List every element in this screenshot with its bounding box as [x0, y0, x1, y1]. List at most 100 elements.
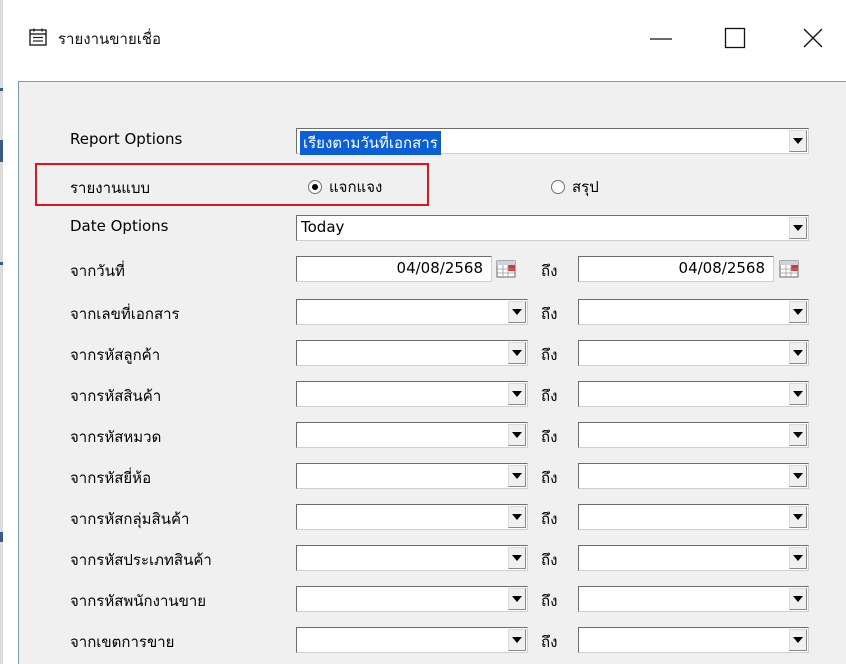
dropdown-button[interactable]: [508, 629, 526, 651]
chevron-down-icon: [512, 473, 522, 479]
dropdown-button[interactable]: [789, 629, 807, 651]
report-options-value: เรียงตามวันที่เอกสาร: [300, 131, 441, 155]
date-options-dropdown-button[interactable]: [789, 217, 807, 239]
dropdown-button[interactable]: [508, 301, 526, 323]
dropdown-button[interactable]: [508, 547, 526, 569]
dropdown-button[interactable]: [508, 342, 526, 364]
range-from-select[interactable]: [296, 422, 528, 448]
date-to-label: ถึง: [541, 262, 558, 280]
dropdown-button[interactable]: [789, 301, 807, 323]
chevron-down-icon: [793, 432, 803, 438]
range-to-label: ถึง: [541, 428, 558, 446]
chevron-down-icon: [793, 350, 803, 356]
report-options-dropdown-button[interactable]: [789, 130, 807, 152]
range-row-label: จากรหัสยี่ห้อ: [70, 469, 152, 487]
range-to-label: ถึง: [541, 592, 558, 610]
range-from-select[interactable]: [296, 586, 528, 612]
report-type-label: รายงานแบบ: [70, 179, 150, 197]
chevron-down-icon: [512, 596, 522, 602]
range-from-select[interactable]: [296, 463, 528, 489]
dropdown-button[interactable]: [508, 506, 526, 528]
date-from-label: จากวันที่: [70, 262, 125, 280]
chevron-down-icon: [793, 391, 803, 397]
maximize-icon: [724, 27, 746, 49]
edge-mark: [0, 140, 3, 162]
dropdown-button[interactable]: [508, 465, 526, 487]
close-button[interactable]: [783, 14, 843, 62]
range-from-select[interactable]: [296, 381, 528, 407]
range-row-label: จากรหัสพนักงานขาย: [70, 592, 207, 610]
range-from-select[interactable]: [296, 299, 528, 325]
chevron-down-icon: [512, 432, 522, 438]
close-icon: [803, 28, 823, 48]
edge-mark: [0, 532, 3, 542]
calendar-icon[interactable]: [779, 259, 799, 279]
range-row-label: จากรหัสลูกค้า: [70, 346, 161, 364]
range-to-select[interactable]: [578, 422, 809, 448]
range-to-select[interactable]: [578, 340, 809, 366]
calendar-icon[interactable]: [496, 259, 516, 279]
dropdown-button[interactable]: [789, 342, 807, 364]
radio-button[interactable]: [308, 180, 322, 194]
chevron-down-icon: [512, 555, 522, 561]
range-to-label: ถึง: [541, 510, 558, 528]
chevron-down-icon: [793, 637, 803, 643]
range-to-select[interactable]: [578, 627, 809, 653]
range-to-label: ถึง: [541, 469, 558, 487]
range-row-label: จากรหัสประเภทสินค้า: [70, 551, 212, 569]
range-row-label: จากรหัสสินค้า: [70, 387, 162, 405]
date-to-value: 04/08/2568: [678, 259, 765, 277]
dropdown-button[interactable]: [789, 424, 807, 446]
dropdown-button[interactable]: [508, 383, 526, 405]
date-options-select[interactable]: Today: [296, 215, 809, 241]
dropdown-button[interactable]: [508, 588, 526, 610]
report-options-label: Report Options: [70, 130, 183, 148]
radio-summary[interactable]: สรุป: [551, 175, 599, 199]
chevron-down-icon: [793, 225, 803, 231]
title-bar: รายงานขายเชื่อ: [3, 0, 846, 80]
range-to-label: ถึง: [541, 305, 558, 323]
minimize-button[interactable]: [631, 14, 691, 62]
range-to-select[interactable]: [578, 381, 809, 407]
chevron-down-icon: [512, 637, 522, 643]
radio-detail[interactable]: แจกแจง: [308, 175, 382, 199]
report-form: Report Options เรียงตามวันที่เอกสาร รายง…: [18, 81, 846, 664]
range-from-select[interactable]: [296, 545, 528, 571]
range-to-label: ถึง: [541, 387, 558, 405]
range-to-select[interactable]: [578, 545, 809, 571]
dropdown-button[interactable]: [789, 547, 807, 569]
dropdown-button[interactable]: [789, 506, 807, 528]
range-to-label: ถึง: [541, 346, 558, 364]
date-options-value: Today: [301, 218, 345, 236]
radio-button[interactable]: [551, 180, 565, 194]
window-title: รายงานขายเชื่อ: [58, 30, 162, 48]
chevron-down-icon: [512, 309, 522, 315]
range-to-label: ถึง: [541, 633, 558, 651]
date-from-input[interactable]: 04/08/2568: [296, 256, 492, 282]
range-to-select[interactable]: [578, 299, 809, 325]
range-row-label: จากรหัสหมวด: [70, 428, 162, 446]
radio-summary-label: สรุป: [572, 178, 599, 196]
report-options-select[interactable]: เรียงตามวันที่เอกสาร: [296, 128, 809, 155]
range-from-select[interactable]: [296, 504, 528, 530]
range-row-label: จากรหัสกลุ่มสินค้า: [70, 510, 190, 528]
range-to-label: ถึง: [541, 551, 558, 569]
range-row-label: จากเขตการขาย: [70, 633, 175, 651]
range-to-select[interactable]: [578, 463, 809, 489]
radio-dot: [312, 184, 318, 190]
maximize-button[interactable]: [705, 14, 765, 62]
chevron-down-icon: [793, 596, 803, 602]
date-to-input[interactable]: 04/08/2568: [578, 256, 774, 282]
dropdown-button[interactable]: [789, 465, 807, 487]
calendar-list-icon: [29, 28, 47, 46]
range-to-select[interactable]: [578, 586, 809, 612]
dropdown-button[interactable]: [789, 588, 807, 610]
chevron-down-icon: [793, 138, 803, 144]
range-from-select[interactable]: [296, 627, 528, 653]
minimize-icon: [650, 38, 672, 40]
range-to-select[interactable]: [578, 504, 809, 530]
dropdown-button[interactable]: [508, 424, 526, 446]
chevron-down-icon: [793, 473, 803, 479]
range-from-select[interactable]: [296, 340, 528, 366]
dropdown-button[interactable]: [789, 383, 807, 405]
